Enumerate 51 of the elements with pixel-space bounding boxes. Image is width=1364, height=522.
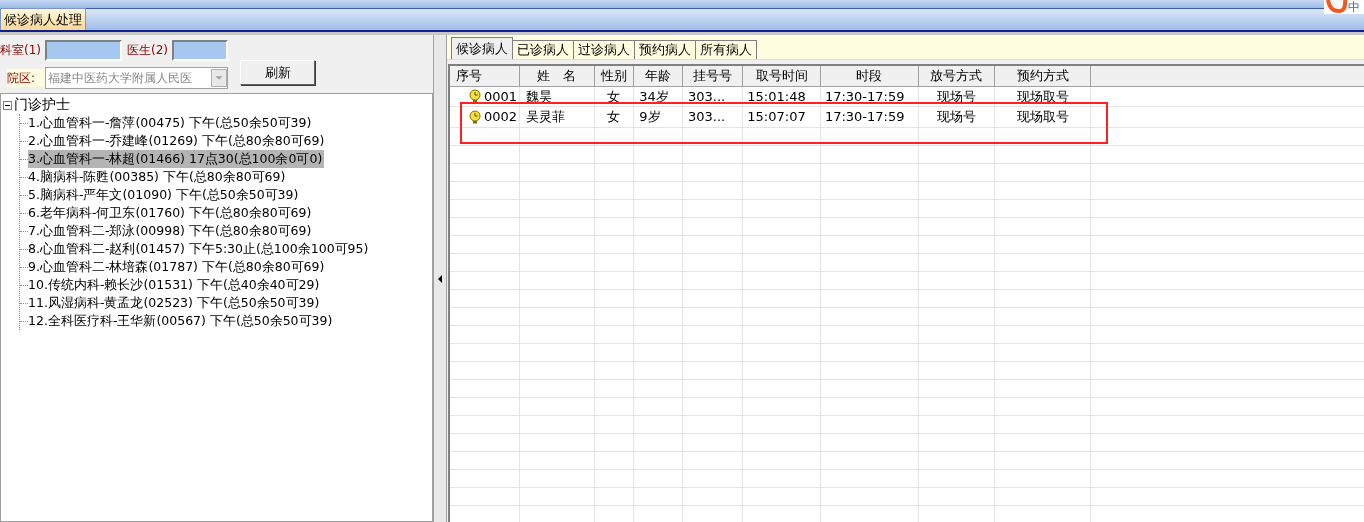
- table-cell: 吴灵菲: [519, 106, 594, 127]
- column-header[interactable]: 序号: [450, 66, 520, 86]
- tree-item[interactable]: 3.心血管科一-林超(01466) 17点30(总100余0可0): [28, 150, 325, 168]
- ime-logo-icon: [1326, 0, 1348, 14]
- table-row[interactable]: 0002 吴灵菲 女 9岁 303... 15:07:07 17:30-17:59 现场号 现场取号: [450, 106, 1364, 127]
- clock-icon: [469, 109, 481, 124]
- tree-item[interactable]: 11.风湿病科-黄孟龙(02523) 下午(总50余50可39): [28, 294, 322, 312]
- column-header[interactable]: 取号时间: [742, 66, 821, 86]
- column-header[interactable]: 挂号号: [682, 66, 743, 86]
- collapse-arrow-icon: [437, 274, 443, 283]
- tree-item[interactable]: 12.全科医疗科-王华新(00567) 下午(总50余50可39): [28, 312, 335, 330]
- column-header[interactable]: 性别: [594, 66, 634, 86]
- patient-tab[interactable]: 预约病人: [634, 40, 696, 59]
- tree-item[interactable]: 1.心血管科一-詹萍(00475) 下午(总50余50可39): [28, 114, 314, 132]
- patient-tab[interactable]: 候诊病人: [451, 37, 513, 59]
- doctor-field[interactable]: [172, 39, 228, 61]
- doctor-label: 医生(2): [127, 42, 169, 59]
- campus-dropdown[interactable]: 福建中医药大学附属人民医: [45, 67, 228, 89]
- table-cell: 女: [594, 106, 634, 127]
- tree-item[interactable]: 6.老年病科-何卫东(01760) 下午(总80余80可69): [28, 204, 314, 222]
- column-header[interactable]: 时段: [820, 66, 919, 86]
- refresh-button[interactable]: 刷新: [240, 60, 315, 85]
- table-cell: 17:30-17:59: [820, 106, 919, 127]
- tree-item[interactable]: 10.传统内科-赖长沙(01531) 下午(总40余40可29): [28, 276, 322, 294]
- patient-tab[interactable]: 过诊病人: [573, 40, 635, 59]
- clock-icon: [469, 89, 481, 104]
- patient-tab[interactable]: 所有病人: [695, 40, 757, 59]
- splitter[interactable]: [433, 35, 447, 522]
- tree-item[interactable]: 4.脑病科-陈甦(00385) 下午(总80余80可69): [28, 168, 288, 186]
- tree-item[interactable]: 5.脑病科-严年文(01090) 下午(总50余50可39): [28, 186, 301, 204]
- dept-field[interactable]: [45, 39, 122, 61]
- column-header[interactable]: 姓 名: [519, 66, 594, 86]
- table-cell: 0002: [450, 106, 520, 127]
- tree-item[interactable]: 7.心血管科二-郑泳(00998) 下午(总80余80可69): [28, 222, 314, 240]
- table-cell: 现场取号: [994, 106, 1091, 127]
- table-cell: 9岁: [633, 106, 683, 127]
- patient-tab[interactable]: 已诊病人: [512, 40, 574, 59]
- campus-label: 院区:: [7, 69, 45, 87]
- table-cell: 303...: [682, 106, 743, 127]
- column-header[interactable]: 预约方式: [994, 66, 1091, 86]
- tree-root-label[interactable]: 门诊护士: [14, 96, 70, 114]
- tree-item[interactable]: 9.心血管科二-林培森(01787) 下午(总80余80可69): [28, 258, 327, 276]
- dept-label: 科室(1): [0, 42, 42, 59]
- column-header[interactable]: 年龄: [633, 66, 683, 86]
- tree-item[interactable]: 2.心血管科一-乔建峰(01269) 下午(总80余80可69): [28, 132, 327, 150]
- table-cell: 15:07:07: [742, 106, 821, 127]
- table-cell: 现场号: [918, 106, 995, 127]
- module-tab[interactable]: 候诊病人处理: [0, 8, 86, 30]
- caret-icon: [211, 69, 227, 87]
- tree-item[interactable]: 8.心血管科二-赵利(01457) 下午5:30止(总100余100可95): [28, 240, 371, 258]
- column-header[interactable]: 放号方式: [918, 66, 995, 86]
